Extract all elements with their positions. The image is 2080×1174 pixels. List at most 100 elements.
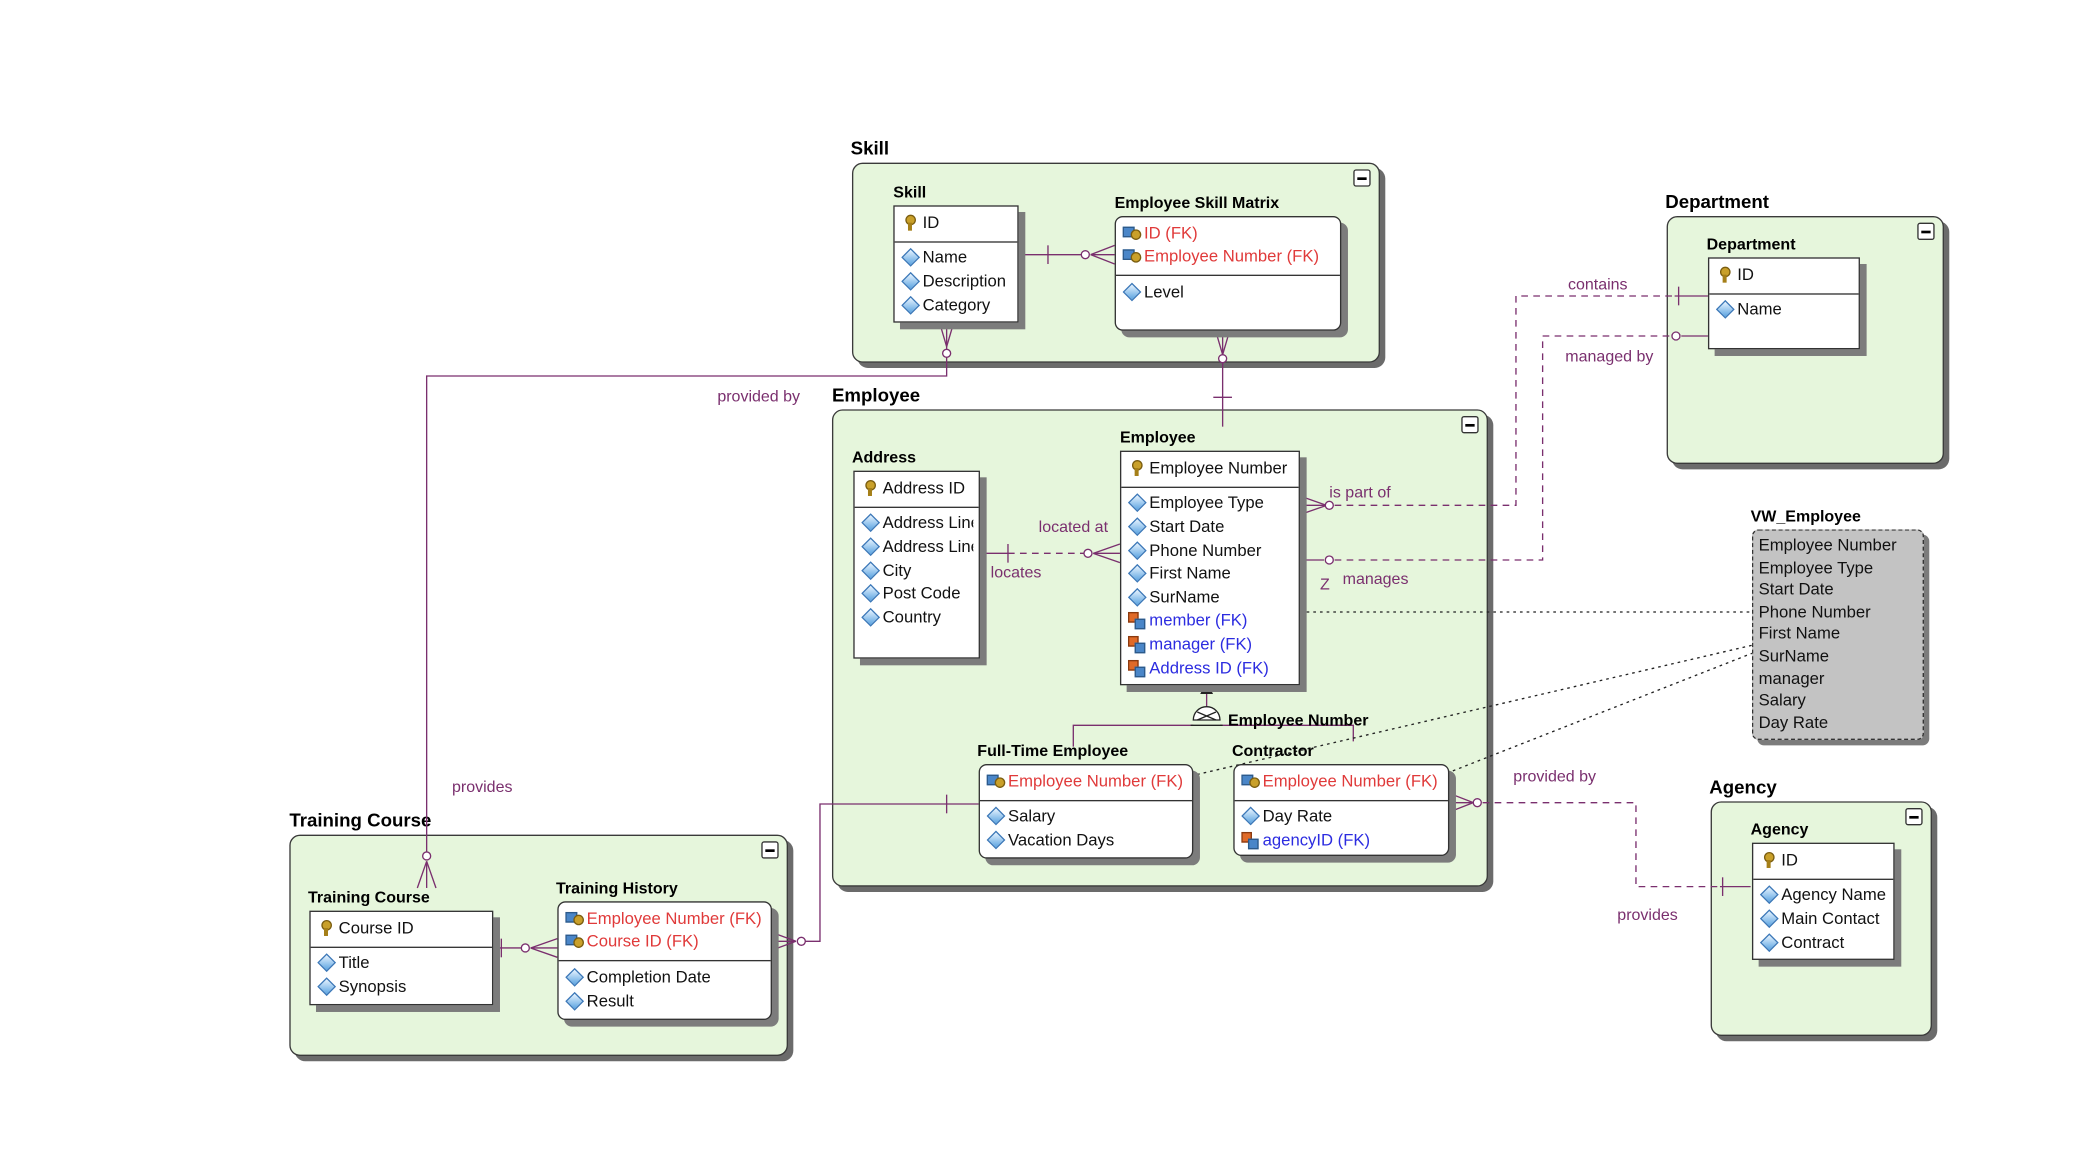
collapse-icon[interactable] bbox=[761, 841, 779, 859]
view-column[interactable]: Employee Number bbox=[1759, 535, 1918, 557]
attribute-row[interactable]: Name bbox=[901, 246, 1012, 269]
area-title-training-course: Training Course bbox=[289, 809, 432, 831]
entity-employee-skill-matrix[interactable]: ID (FK) Employee Number (FK) Level bbox=[1114, 215, 1342, 331]
attribute-row[interactable]: ID bbox=[1716, 263, 1853, 286]
attribute-icon bbox=[1128, 566, 1147, 582]
view-column[interactable]: Phone Number bbox=[1759, 601, 1918, 623]
foreign-key-icon bbox=[1127, 635, 1147, 654]
attribute-row[interactable]: Phone Number bbox=[1128, 538, 1293, 561]
attribute-name: Description bbox=[922, 271, 1007, 291]
foreign-primary-key-icon bbox=[1241, 773, 1260, 789]
attribute-row[interactable]: Level bbox=[1123, 280, 1335, 303]
entity-training-history[interactable]: Employee Number (FK) Course ID (FK) Comp… bbox=[557, 901, 772, 1020]
attribute-row[interactable]: SurName bbox=[1128, 585, 1293, 608]
entity-training-course[interactable]: Course ID Title Synopsis bbox=[309, 910, 494, 1006]
rel-label-is-part-of[interactable]: is part of bbox=[1329, 483, 1390, 502]
entity-skill[interactable]: ID Name Description Category bbox=[893, 205, 1019, 324]
view-column[interactable]: Salary bbox=[1759, 690, 1918, 712]
attribute-icon bbox=[987, 832, 1006, 848]
attribute-name: Day Rate bbox=[1262, 807, 1333, 826]
view-column[interactable]: manager bbox=[1759, 667, 1918, 689]
entity-department[interactable]: ID Name bbox=[1707, 257, 1860, 350]
attribute-row[interactable]: Start Date bbox=[1128, 515, 1293, 538]
attribute-row[interactable]: Title bbox=[317, 951, 486, 974]
attribute-row[interactable]: Employee Number (FK) bbox=[986, 769, 1187, 792]
attribute-row[interactable]: Employee Number bbox=[1128, 456, 1293, 479]
attribute-row[interactable]: ID (FK) bbox=[1122, 221, 1335, 244]
attribute-row[interactable]: Completion Date bbox=[565, 966, 765, 989]
rel-label-located-at[interactable]: located at bbox=[1039, 517, 1108, 536]
collapse-icon[interactable] bbox=[1461, 415, 1479, 434]
rel-label-managed-by[interactable]: managed by bbox=[1565, 347, 1653, 366]
attribute-row[interactable]: Address Line bbox=[861, 511, 974, 534]
rel-line-contractor-agency bbox=[1482, 801, 1720, 888]
attribute-row[interactable]: agencyID (FK) bbox=[1241, 828, 1442, 851]
view-column[interactable]: Employee Type bbox=[1759, 557, 1918, 579]
attribute-row[interactable]: Address ID bbox=[861, 476, 973, 499]
rel-label-provides[interactable]: provides bbox=[452, 777, 512, 796]
attribute-row[interactable]: Country bbox=[861, 605, 973, 628]
rel-label-locates[interactable]: locates bbox=[991, 563, 1042, 582]
primary-key-icon bbox=[317, 919, 336, 936]
attribute-row[interactable]: Vacation Days bbox=[987, 828, 1187, 851]
attribute-row[interactable]: member (FK) bbox=[1127, 609, 1293, 632]
attribute-row[interactable]: manager (FK) bbox=[1127, 632, 1293, 655]
collapse-icon[interactable] bbox=[1905, 807, 1923, 826]
attribute-icon bbox=[901, 273, 920, 289]
attribute-row[interactable]: Result bbox=[565, 989, 765, 1012]
entity-title: Address bbox=[851, 447, 917, 467]
attribute-row[interactable]: Synopsis bbox=[317, 975, 486, 998]
attribute-icon bbox=[1760, 934, 1779, 950]
attribute-row[interactable]: Employee Number (FK) bbox=[565, 907, 765, 930]
attribute-row[interactable]: Contract bbox=[1760, 930, 1888, 953]
attribute-row[interactable]: Course ID bbox=[317, 916, 486, 939]
entity-agency[interactable]: ID Agency Name Main Contact Contract bbox=[1751, 842, 1895, 961]
rel-label-contains[interactable]: contains bbox=[1568, 275, 1628, 294]
view-vw-employee[interactable]: Employee Number Employee Type Start Date… bbox=[1751, 529, 1924, 740]
view-column[interactable]: First Name bbox=[1759, 623, 1918, 645]
attribute-row[interactable]: City bbox=[861, 558, 973, 581]
rel-label-provided-by[interactable]: provided by bbox=[717, 387, 800, 406]
attribute-name: Salary bbox=[1007, 807, 1056, 826]
collapse-icon[interactable] bbox=[1353, 169, 1371, 187]
entity-contractor[interactable]: Employee Number (FK) Day Rate agencyID (… bbox=[1233, 763, 1450, 856]
attribute-row[interactable]: Main Contact bbox=[1760, 907, 1888, 930]
attribute-row[interactable]: Category bbox=[901, 293, 1012, 316]
attribute-row[interactable]: Address Line bbox=[861, 535, 974, 558]
attribute-name: ID bbox=[1737, 265, 1754, 284]
area-title-agency: Agency bbox=[1709, 775, 1777, 798]
entity-full-time-employee[interactable]: Employee Number (FK) Salary Vacation Day… bbox=[978, 763, 1194, 859]
rel-label-provides-agency[interactable]: provides bbox=[1617, 905, 1677, 924]
attribute-row[interactable]: First Name bbox=[1128, 562, 1293, 585]
attribute-name: agencyID (FK) bbox=[1262, 830, 1371, 850]
foreign-key-icon bbox=[1127, 659, 1147, 677]
entity-employee[interactable]: Employee Number Employee Type Start Date… bbox=[1119, 450, 1300, 686]
attribute-icon bbox=[1128, 589, 1147, 605]
attribute-row[interactable]: Address ID (FK) bbox=[1127, 656, 1293, 679]
rel-label-provided-by-agency[interactable]: provided by bbox=[1513, 767, 1596, 786]
view-column[interactable]: SurName bbox=[1759, 645, 1918, 667]
foreign-key-icon bbox=[1241, 831, 1260, 850]
attribute-row[interactable]: ID bbox=[901, 211, 1012, 234]
attribute-row[interactable]: Post Code bbox=[861, 582, 973, 605]
collapse-icon[interactable] bbox=[1917, 222, 1935, 240]
attribute-row[interactable]: ID bbox=[1760, 848, 1888, 871]
entity-title: Full-Time Employee bbox=[977, 741, 1129, 760]
attribute-row[interactable]: Name bbox=[1716, 298, 1853, 321]
attribute-row[interactable]: Employee Number (FK) bbox=[1241, 769, 1442, 792]
attribute-row[interactable]: Employee Type bbox=[1128, 491, 1293, 514]
attribute-name: Employee Number bbox=[1149, 458, 1288, 478]
attribute-name: member (FK) bbox=[1149, 611, 1248, 630]
attribute-icon bbox=[1716, 302, 1735, 318]
entity-address[interactable]: Address ID Address Line Address Line Cit… bbox=[853, 470, 980, 659]
rel-label-manages[interactable]: manages bbox=[1343, 569, 1409, 588]
view-column[interactable]: Start Date bbox=[1759, 579, 1918, 601]
attribute-row[interactable]: Employee Number (FK) bbox=[1122, 245, 1335, 268]
attribute-row[interactable]: Agency Name bbox=[1760, 883, 1888, 906]
attribute-row[interactable]: Salary bbox=[987, 805, 1187, 828]
attribute-name: ID bbox=[922, 213, 940, 232]
attribute-row[interactable]: Description bbox=[901, 270, 1012, 293]
attribute-row[interactable]: Course ID (FK) bbox=[565, 930, 765, 953]
view-column[interactable]: Day Rate bbox=[1759, 712, 1918, 734]
attribute-row[interactable]: Day Rate bbox=[1241, 805, 1442, 828]
